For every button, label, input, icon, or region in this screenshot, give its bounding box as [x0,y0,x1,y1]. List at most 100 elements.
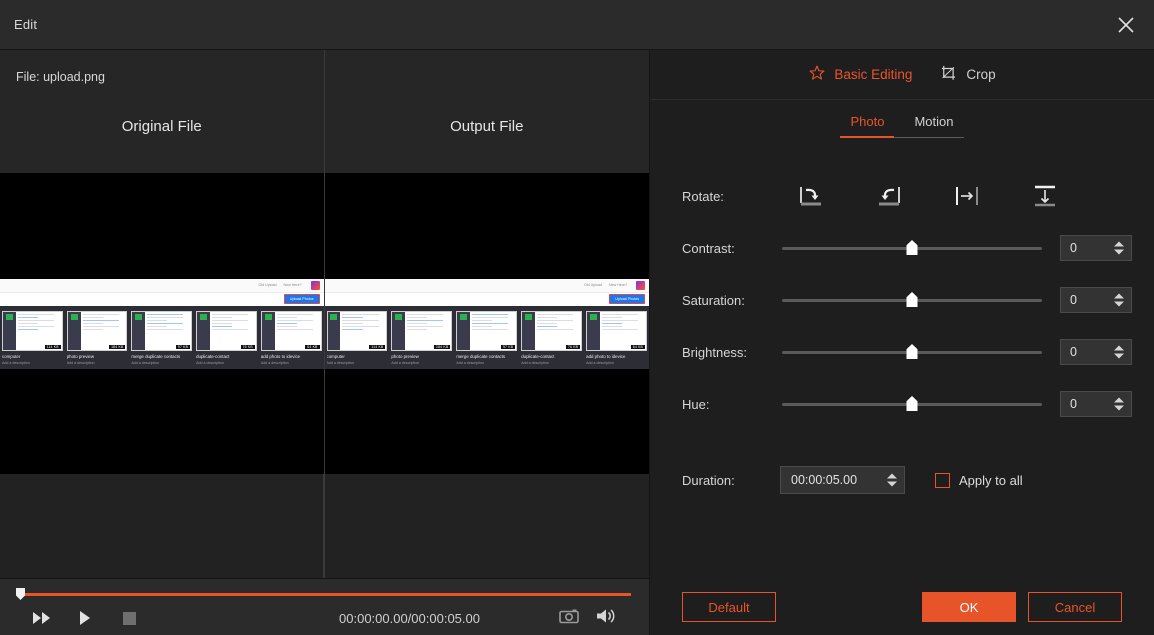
thumb-sidebar [67,311,81,350]
thumb-badge: 114 KB [44,344,61,349]
thumb-sidebar [457,311,471,350]
fast-forward-icon[interactable] [24,605,58,631]
chevron-up-icon[interactable] [887,473,897,479]
app-logo-icon [636,280,645,290]
shot-card-caption: merge duplicate contacts [131,353,181,359]
original-pane: File: upload.png Original File Old Uploa… [0,50,325,578]
saturation-slider-thumb[interactable] [906,292,918,307]
thumb-accent [330,313,338,320]
thumb-accent [5,313,13,320]
chevron-down-icon[interactable] [887,481,897,487]
output-pane-footer [324,474,649,578]
rotate-buttons [772,181,1062,211]
rotate-left-icon[interactable] [872,181,906,211]
chevron-down-icon[interactable] [1114,249,1124,255]
output-image-canvas[interactable]: Old Upload New Here? Upload Photos 114 K… [324,173,649,474]
shot-thumbnail: 64 KB [586,310,648,351]
default-button[interactable]: Default [682,592,776,622]
shot-card-caption: add photo to idevice [260,353,301,359]
shot-actionbar: Upload Photos [324,292,649,306]
camera-icon[interactable] [559,608,579,629]
original-pane-footer [0,474,324,578]
tab-basic-editing[interactable]: Basic Editing [808,64,912,85]
saturation-slider[interactable] [782,290,1042,310]
hue-value: 0 [1070,397,1077,411]
saturation-spinner[interactable]: 0 [1060,287,1132,313]
edit-dialog: Edit File: upload.png Original File Old … [0,0,1154,635]
thumb-sidebar [587,311,601,350]
brightness-slider[interactable] [782,342,1042,362]
chevron-down-icon[interactable] [1114,405,1124,411]
shot-card-caption: computer [326,353,345,359]
cancel-button[interactable]: Cancel [1028,592,1122,622]
timeline-handle[interactable] [16,588,25,600]
thumb-badge: 76 KB [565,344,581,349]
hue-slider[interactable] [782,394,1042,414]
shot-card-caption: computer [2,353,21,359]
shot-card-description: Add a description [326,360,355,365]
thumb-accent [395,313,403,320]
duration-input[interactable]: 00:00:05.00 [780,466,905,494]
play-icon[interactable] [68,605,102,631]
preview-area: File: upload.png Original File Old Uploa… [0,50,650,635]
brightness-spinner[interactable]: 0 [1060,339,1132,365]
chevron-up-icon[interactable] [1114,397,1124,403]
thumb-badge: 114 KB [369,344,386,349]
ok-button[interactable]: OK [922,592,1016,622]
hue-spinner-arrows[interactable] [1114,397,1124,411]
rotate-right-icon[interactable] [794,181,828,211]
shot-upload-photos-button: Upload Photos [609,294,645,304]
original-image-canvas[interactable]: Old Upload New Here? Upload Photos 114 K… [0,173,324,474]
contrast-slider[interactable] [782,238,1042,258]
hue-spinner[interactable]: 0 [1060,391,1132,417]
contrast-slider-thumb[interactable] [906,240,918,255]
chevron-down-icon[interactable] [1114,301,1124,307]
dialog-body: File: upload.png Original File Old Uploa… [0,50,1154,635]
duration-spinner-arrows[interactable] [887,473,897,487]
chevron-up-icon[interactable] [1114,241,1124,247]
shot-card: 64 KB add photo to idevice Add a descrip… [260,310,322,365]
timeline-track[interactable] [20,593,631,596]
brightness-row: Brightness: 0 [650,326,1154,378]
contrast-spinner[interactable]: 0 [1060,235,1132,261]
chevron-up-icon[interactable] [1114,293,1124,299]
shot-card-caption: photo preview [66,353,95,359]
flip-horizontal-icon[interactable] [950,181,984,211]
tab-motion[interactable]: Motion [904,114,963,138]
brightness-value: 0 [1070,345,1077,359]
timeline-scrubber[interactable] [14,588,635,601]
flip-vertical-icon[interactable] [1028,181,1062,211]
shot-upload-photos-button: Upload Photos [283,294,320,304]
chevron-up-icon[interactable] [1114,345,1124,351]
stop-icon[interactable] [112,605,146,631]
thumb-accent [135,313,143,320]
shot-card-description: Add a description [456,360,485,365]
tab-crop-label: Crop [966,67,996,82]
saturation-spinner-arrows[interactable] [1114,293,1124,307]
tab-crop[interactable]: Crop [940,64,996,85]
thumb-badge: 184 KB [109,344,126,349]
output-image-content: Old Upload New Here? Upload Photos 114 K… [324,278,649,369]
tab-photo[interactable]: Photo [840,114,895,138]
shot-link-old-upload: Old Upload [584,283,603,287]
shot-link-new-here: New Here? [609,283,627,287]
file-label: File: upload.png [16,70,105,84]
shot-card: 184 KB photo preview Add a description [391,310,453,365]
title-bar: Edit [0,0,1154,50]
shot-card: 76 KB duplicate-contact Add a descriptio… [521,310,583,365]
transport-right-icons [559,607,617,630]
shot-thumbnail: 64 KB [260,310,322,351]
saturation-row: Saturation: 0 [650,274,1154,326]
volume-icon[interactable] [595,607,617,630]
chevron-down-icon[interactable] [1114,353,1124,359]
brightness-spinner-arrows[interactable] [1114,345,1124,359]
close-icon[interactable] [1098,0,1154,49]
hue-slider-thumb[interactable] [906,396,918,411]
hue-label: Hue: [682,396,710,412]
transport-controls: 00:00:00.00/00:00:05.00 [14,601,635,635]
thumb-sidebar [392,311,406,350]
contrast-spinner-arrows[interactable] [1114,241,1124,255]
brightness-slider-thumb[interactable] [906,344,918,359]
apply-to-all-checkbox[interactable]: Apply to all [935,472,1023,488]
checkbox-box[interactable] [935,472,950,488]
